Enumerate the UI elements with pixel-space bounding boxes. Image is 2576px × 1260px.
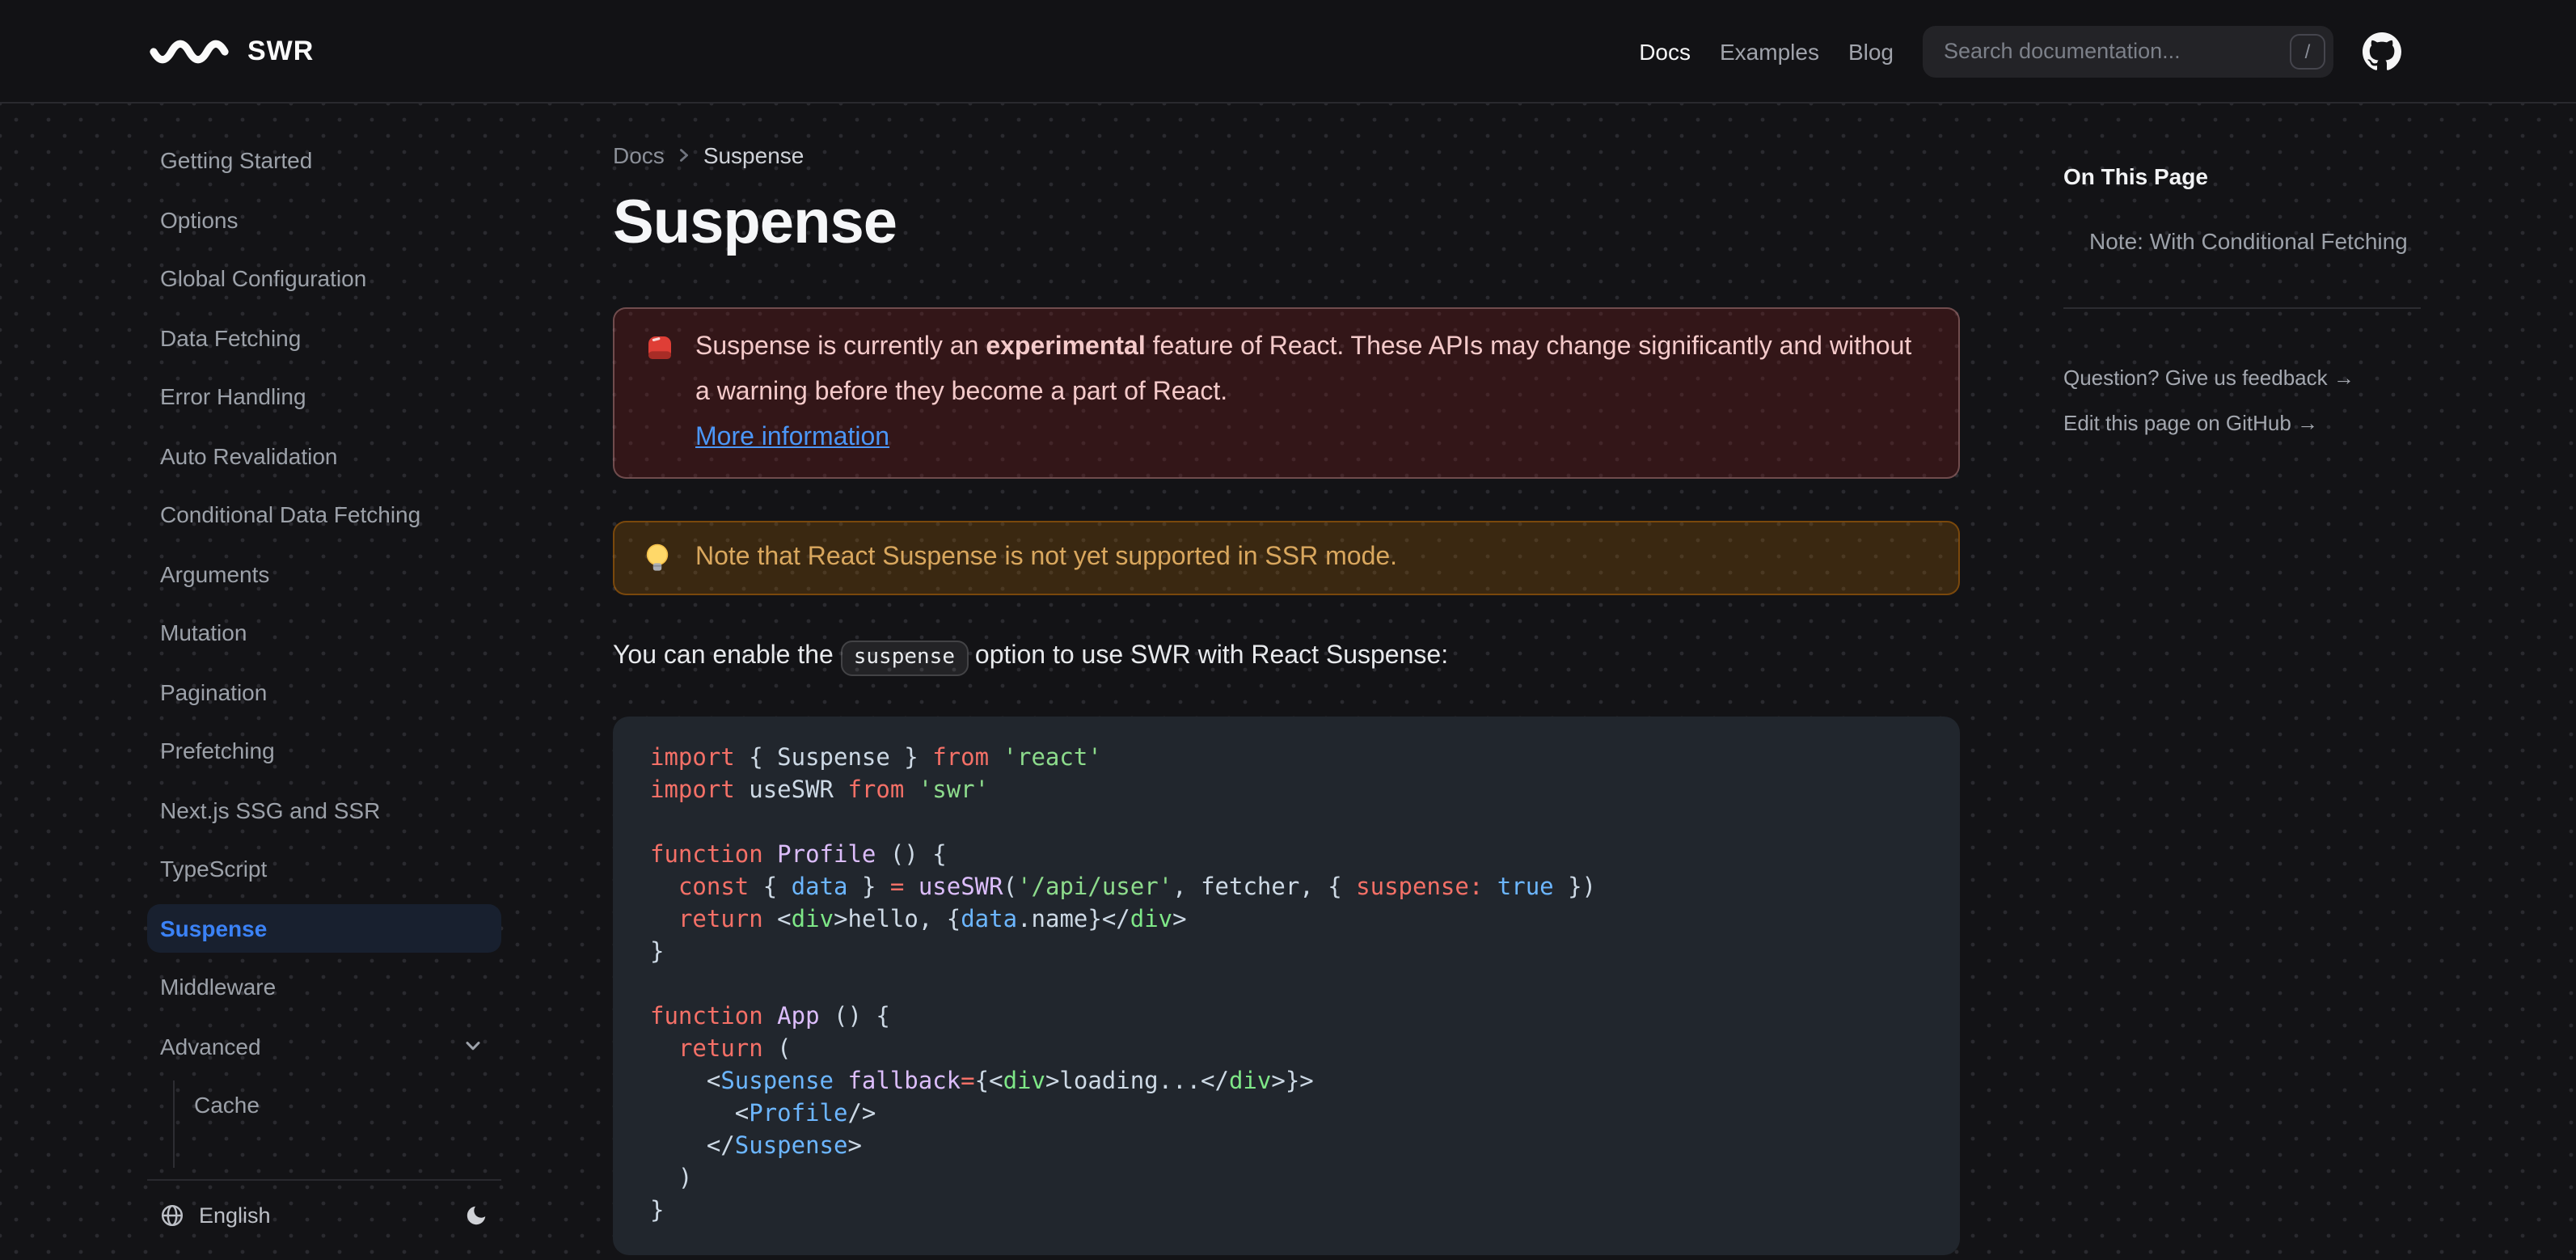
logo-text: SWR [247,35,315,66]
sidebar-item-typescript[interactable]: TypeScript [147,844,501,893]
sidebar-item-next-js-ssg-and-ssr[interactable]: Next.js SSG and SSR [147,785,501,834]
bulb-emoji-icon [644,542,676,574]
sidebar-item-suspense[interactable]: Suspense [147,903,501,952]
toc-sidebar: On This Page Note: With Conditional Fetc… [2063,104,2421,438]
main-content: Docs Suspense Suspense Suspense is curre… [613,104,1960,1255]
sidebar-item-label: Pagination [160,679,268,704]
slash-kbd-icon: / [2290,33,2325,69]
navbar: SWR Docs Examples Blog / [0,0,2576,104]
sidebar-item-label: Auto Revalidation [160,442,338,468]
note-text: Note that React Suspense is not yet supp… [695,543,1398,571]
sidebar-item-conditional-data-fetching[interactable]: Conditional Data Fetching [147,490,501,539]
app-window: SWR Docs Examples Blog / Getting Started Op… [0,0,2576,1260]
toc-divider [2063,307,2421,309]
code-line: function App () { [650,1004,890,1030]
nav-link-examples[interactable]: Examples [1720,38,1819,64]
swr-logo[interactable]: SWR [149,35,314,67]
intro-paragraph: You can enable the suspense option to us… [613,637,1960,678]
toc-items: Note: With Conditional Fetching [2063,226,2421,256]
sidebar-item-global-configuration[interactable]: Global Configuration [147,254,501,302]
more-information-link[interactable]: More information [695,416,889,461]
sidebar-item-label: Global Configuration [160,265,367,291]
page-body: Getting Started Options Global Configurati… [0,104,2576,1260]
sidebar-item-cache[interactable]: Cache [181,1080,501,1129]
sidebar-item-mutation[interactable]: Mutation [147,608,501,657]
code-line: function Profile () { [650,843,947,869]
theme-toggle[interactable] [464,1203,488,1228]
sidebar-item-label: Arguments [160,560,270,586]
sidebar-list: Getting Started Options Global Configurati… [147,104,501,1168]
toc-link-question-give-us-feedback[interactable]: Question? Give us feedback → [2063,364,2421,393]
sidebar-item-pagination[interactable]: Pagination [147,667,501,716]
chevron-right-icon [679,149,688,162]
sidebar-item-arguments[interactable]: Arguments [147,549,501,598]
sidebar-nested-list: Cache [173,1080,501,1168]
code-line: </Suspense> [650,1134,862,1160]
code-line: import { Suspense } from 'react' [650,746,1102,772]
breadcrumb-docs[interactable]: Docs [613,142,665,168]
search-box[interactable]: / [1923,25,2333,77]
sidebar-item-label: Suspense [160,915,268,941]
page-title: Suspense [613,189,897,257]
search-input[interactable] [1923,39,2333,63]
sidebar-item-label: Data Fetching [160,324,302,350]
breadcrumb: Docs Suspense [613,142,1960,168]
sidebar: Getting Started Options Global Configurati… [147,104,501,1260]
sidebar-item-error-handling[interactable]: Error Handling [147,372,501,421]
code-line: <Suspense fallback={<div>loading...</div… [650,1069,1314,1095]
moon-icon [467,1206,486,1225]
toc-heading: On This Page [2063,163,2208,189]
sidebar-item-label: Options [160,206,239,232]
github-link[interactable] [2363,32,2401,70]
sidebar-item-label: Getting Started [160,147,313,173]
toc-item-note-with-conditional-fetching[interactable]: Note: With Conditional Fetching [2063,226,2421,256]
code-line: } [650,1199,665,1224]
sidebar-item-data-fetching[interactable]: Data Fetching [147,313,501,362]
sidebar-footer: English [147,1179,501,1260]
code-line: ) [650,1166,693,1192]
sidebar-item-label: TypeScript [160,856,268,882]
language-label: English [199,1203,271,1228]
warning-text: Suspense is currently an experimental fe… [695,325,1919,461]
nav-right: Docs Examples Blog / [1639,25,2401,77]
sidebar-item-label: Prefetching [160,738,275,763]
experimental-warning-callout: Suspense is currently an experimental fe… [613,307,1960,479]
code-line: <Profile/> [650,1101,876,1127]
inline-code-suspense: suspense [840,641,968,676]
sidebar-item-advanced[interactable]: Advanced [147,1021,501,1070]
siren-emoji-icon [644,325,676,461]
code-block: import { Suspense } from 'react' import u… [613,717,1960,1255]
toc-link-edit-this-page-on-github[interactable]: Edit this page on GitHub → [2063,409,2421,438]
sidebar-item-prefetching[interactable]: Prefetching [147,726,501,775]
language-button[interactable]: English [160,1203,271,1228]
sidebar-item-label: Error Handling [160,383,306,409]
sidebar-item-label: Middleware [160,974,277,1000]
code-line: } [650,940,665,966]
chevron-down-icon [466,1042,480,1051]
code-block-content: import { Suspense } from 'react' import u… [650,742,1934,1228]
ssr-note-callout: Note that React Suspense is not yet supp… [613,521,1960,595]
swr-wave-icon [149,38,230,64]
toc-footer-links: Question? Give us feedback → Edit this pa… [2063,364,2421,438]
sidebar-item-getting-started[interactable]: Getting Started [147,136,501,184]
github-icon [2363,32,2401,70]
nav-link-docs[interactable]: Docs [1639,38,1691,64]
globe-icon [161,1204,184,1227]
code-line: const { data } = useSWR('/api/user', fet… [678,875,1597,901]
nav-links: Docs Examples Blog [1639,38,1894,64]
sidebar-item-options[interactable]: Options [147,195,501,243]
breadcrumb-current: Suspense [703,142,804,168]
sidebar-item-middleware[interactable]: Middleware [147,962,501,1011]
code-line: import useSWR from 'swr' [650,778,990,804]
sidebar-item-label: Next.js SSG and SSR [160,797,381,822]
sidebar-item-label: Conditional Data Fetching [160,501,421,527]
sidebar-item-auto-revalidation[interactable]: Auto Revalidation [147,431,501,480]
sidebar-item-label: Advanced [160,1033,261,1059]
sidebar-item-label: Mutation [160,619,247,645]
code-line: return ( [678,1037,792,1063]
nav-link-blog[interactable]: Blog [1848,38,1894,64]
code-line: return <div>hello, {data.name}</div> [678,907,1187,933]
